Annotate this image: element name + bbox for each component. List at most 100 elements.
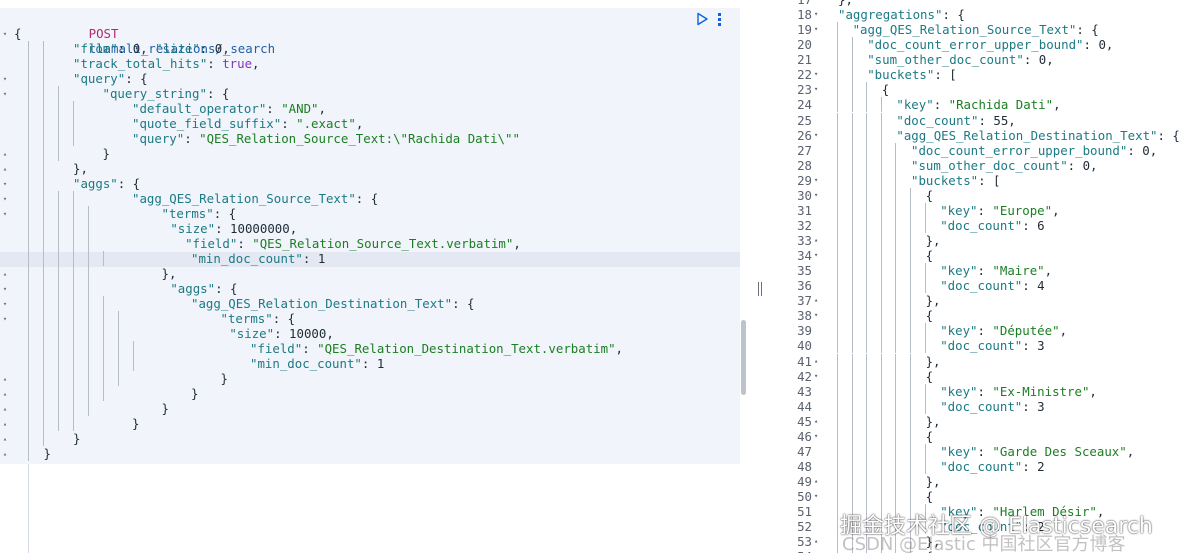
response-line: 27 "doc_count_error_upper_bound": 0, [768, 142, 1200, 158]
fold-toggle-icon[interactable]: ▾ [814, 67, 822, 82]
code-token: "buckets" [867, 67, 935, 83]
indent-guide [910, 278, 911, 294]
indent-guide [58, 236, 59, 251]
response-line: 32 "doc_count": 6 [768, 217, 1200, 233]
indent-guide [880, 428, 882, 444]
line-number: 31 [797, 202, 812, 218]
indent-guide [73, 416, 74, 431]
request-editor[interactable]: ▾ ▾ ▾ ▴ ▴ ▾ ▾ ▾ ▴ ▾ ▾ ▾ ▴ ▴ ▴ ▴ ▴ ▴ POST… [0, 0, 752, 553]
fold-toggle-icon[interactable]: ▴ [814, 354, 822, 369]
fold-toggle-icon[interactable]: ▾ [814, 369, 822, 384]
indent-guide [58, 146, 59, 161]
response-line: 33 ▴}, [768, 233, 1200, 248]
indent-guide [866, 278, 868, 294]
indent-guide [58, 266, 59, 281]
code-token: , [1105, 37, 1114, 53]
code-token: "AND" [281, 101, 319, 116]
fold-toggle-icon[interactable]: ▾ [814, 82, 822, 97]
response-line: 24 "key": "Rachida Dati", [768, 97, 1200, 113]
indent-guide [880, 263, 882, 279]
code-token: "min_doc_count" [250, 356, 362, 371]
fold-toggle-icon[interactable]: ▾ [814, 489, 822, 504]
fold-toggle-icon[interactable]: ▾ [814, 128, 822, 143]
code-line: "aggs": { [0, 176, 740, 191]
indent-guide [837, 308, 838, 324]
indent-guide [28, 341, 29, 356]
response-line: 29 ▾ "buckets": [ [768, 172, 1200, 188]
indent-guide [851, 413, 853, 429]
indent-guide [103, 371, 104, 386]
code-token: : [978, 112, 994, 128]
response-line: 20 "doc_count_error_upper_bound": 0, [768, 37, 1200, 53]
line-number: 48 [797, 458, 812, 474]
code-line: } [0, 416, 740, 431]
fold-toggle-icon[interactable]: ▾ [814, 173, 822, 188]
code-token: : [266, 101, 282, 116]
code-line: "agg_QES_Relation_Source_Text": { [0, 191, 740, 206]
fold-toggle-icon[interactable]: ▴ [814, 534, 822, 549]
code-line: { [0, 26, 740, 41]
indent-guide [866, 489, 868, 505]
code-token: 3 [1037, 398, 1045, 414]
response-line: 23 ▾ { [768, 82, 1200, 98]
fold-toggle-icon[interactable]: ▴ [814, 233, 822, 248]
indent-guide [118, 341, 119, 356]
indent-guide [88, 251, 89, 266]
indent-guide [43, 101, 44, 116]
indent-guide [880, 187, 882, 203]
indent-guide [895, 398, 897, 414]
indent-guide [133, 356, 134, 371]
line-number: 23 [797, 82, 812, 98]
pane-resizer[interactable] [752, 0, 768, 553]
code-token: "key" [940, 443, 978, 459]
fold-toggle-icon[interactable]: ▴ [814, 474, 822, 489]
indent-guide [58, 116, 59, 131]
indent-guide [851, 217, 853, 233]
indent-guide [837, 112, 838, 128]
code-token: "min_doc_count" [191, 251, 303, 266]
fold-toggle-icon[interactable]: ▾ [814, 7, 822, 22]
fold-toggle-icon[interactable]: ▴ [814, 414, 822, 429]
fold-toggle-icon[interactable]: ▾ [814, 429, 822, 444]
indent-guide [837, 142, 838, 158]
indent-guide [910, 263, 911, 279]
indent-guide [924, 323, 926, 339]
code-token: 10000 [289, 326, 327, 341]
fold-toggle-icon[interactable]: ▴ [814, 293, 822, 308]
code-token: "field" [185, 236, 238, 251]
vertical-dots-icon[interactable] [716, 11, 724, 27]
drag-handle-icon[interactable] [756, 282, 764, 296]
fold-toggle-icon[interactable]: ▾ [814, 188, 822, 203]
play-icon[interactable] [694, 11, 710, 27]
indent-guide [910, 353, 911, 369]
indent-guide [28, 131, 29, 146]
fold-toggle-icon[interactable]: ▾ [814, 248, 822, 263]
code-token: "aggregations" [838, 7, 943, 23]
editor-scrollbar[interactable] [741, 320, 746, 395]
fold-toggle-icon[interactable]: ▾ [814, 22, 822, 37]
indent-guide [866, 112, 868, 128]
indent-guide [910, 458, 911, 474]
indent-guide [58, 251, 59, 266]
code-token: { [925, 187, 934, 203]
code-token: { [925, 489, 934, 505]
code-token: } [102, 146, 110, 161]
request-code[interactable]: POST llamali_relations/_search {"from": … [0, 11, 740, 461]
code-token: : [ [934, 67, 957, 83]
code-line: "min_doc_count": 1 [0, 356, 740, 371]
indent-guide [910, 368, 911, 384]
indent-guide [895, 323, 897, 339]
indent-guide [851, 37, 853, 53]
indent-guide [837, 293, 838, 309]
indent-guide [837, 217, 838, 233]
indent-guide [58, 341, 59, 356]
response-code: 17},18▾"aggregations": {19▾"agg_QES_Rela… [768, 0, 1200, 553]
indent-guide [924, 278, 926, 294]
code-token: : [302, 341, 318, 356]
indent-guide [910, 233, 911, 248]
response-viewer[interactable]: 17},18▾"aggregations": {19▾"agg_QES_Rela… [768, 0, 1200, 553]
indent-guide [28, 56, 29, 71]
fold-toggle-icon[interactable]: ▾ [814, 308, 822, 323]
indent-guide [43, 161, 44, 176]
code-token: { [925, 368, 934, 384]
